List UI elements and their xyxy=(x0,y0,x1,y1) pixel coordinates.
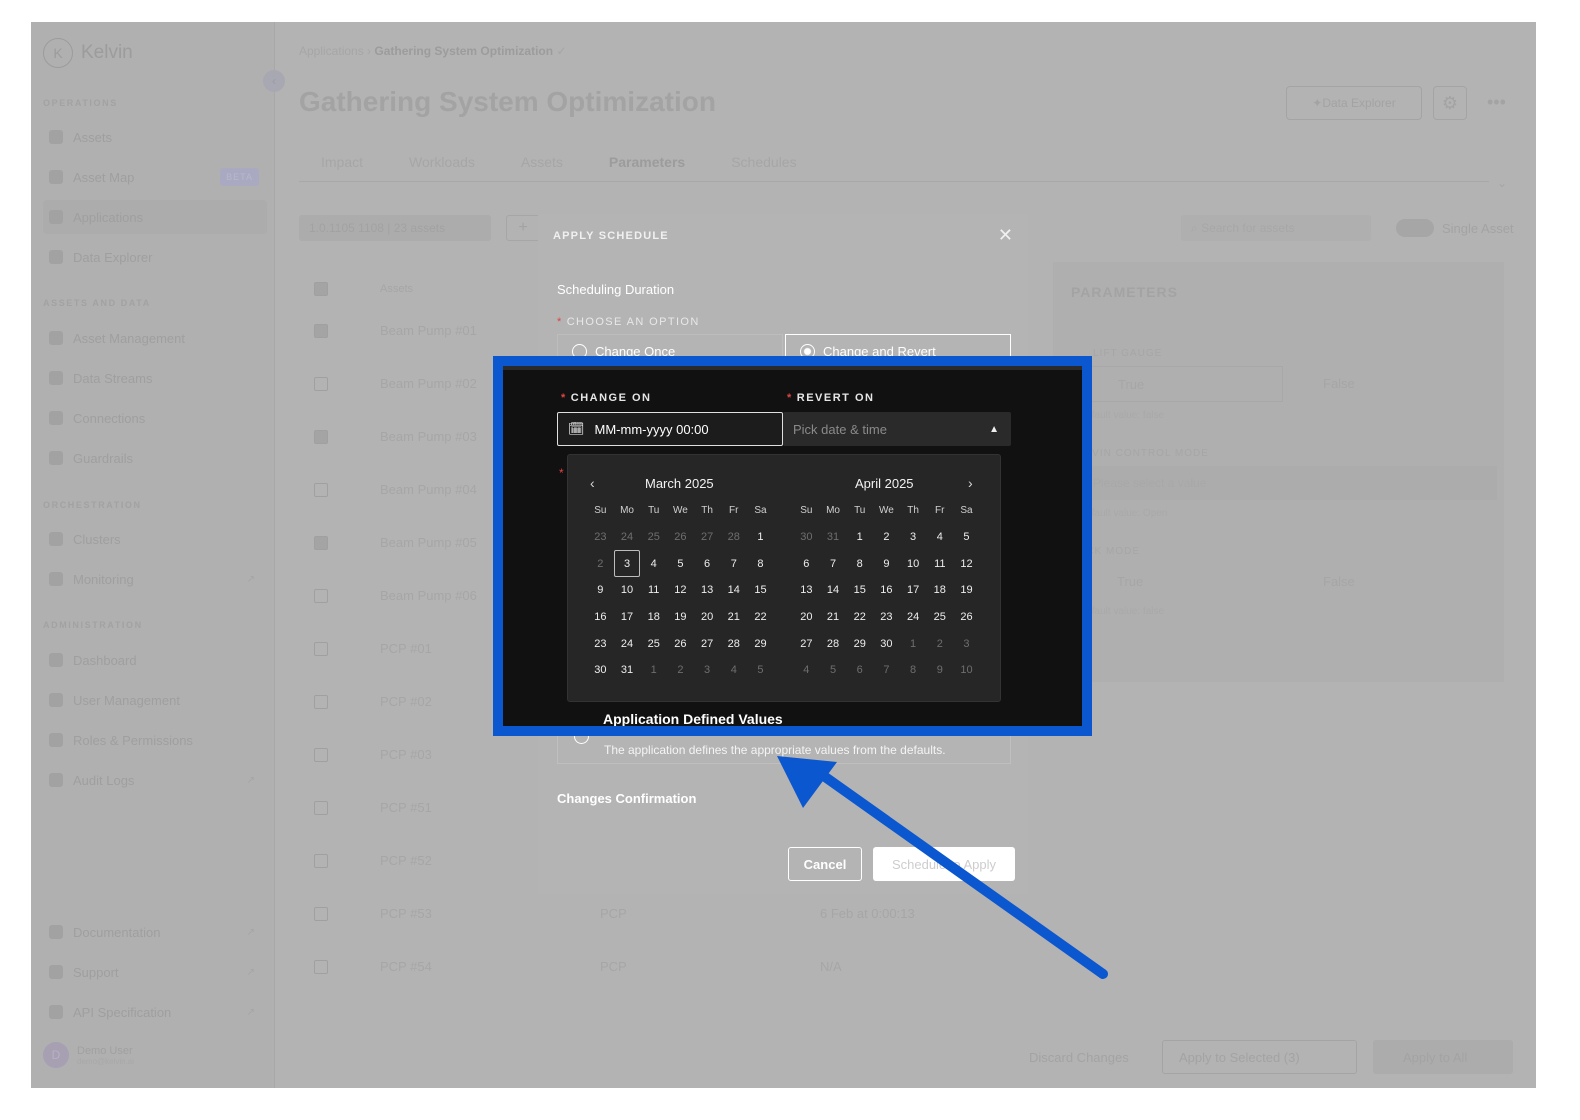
app-frame: K Kelvin ‹ OPERATIONS Assets Asset Map BET… xyxy=(31,22,1536,1088)
arrow-shaft xyxy=(816,769,1108,979)
annotation-arrow xyxy=(777,756,1108,979)
